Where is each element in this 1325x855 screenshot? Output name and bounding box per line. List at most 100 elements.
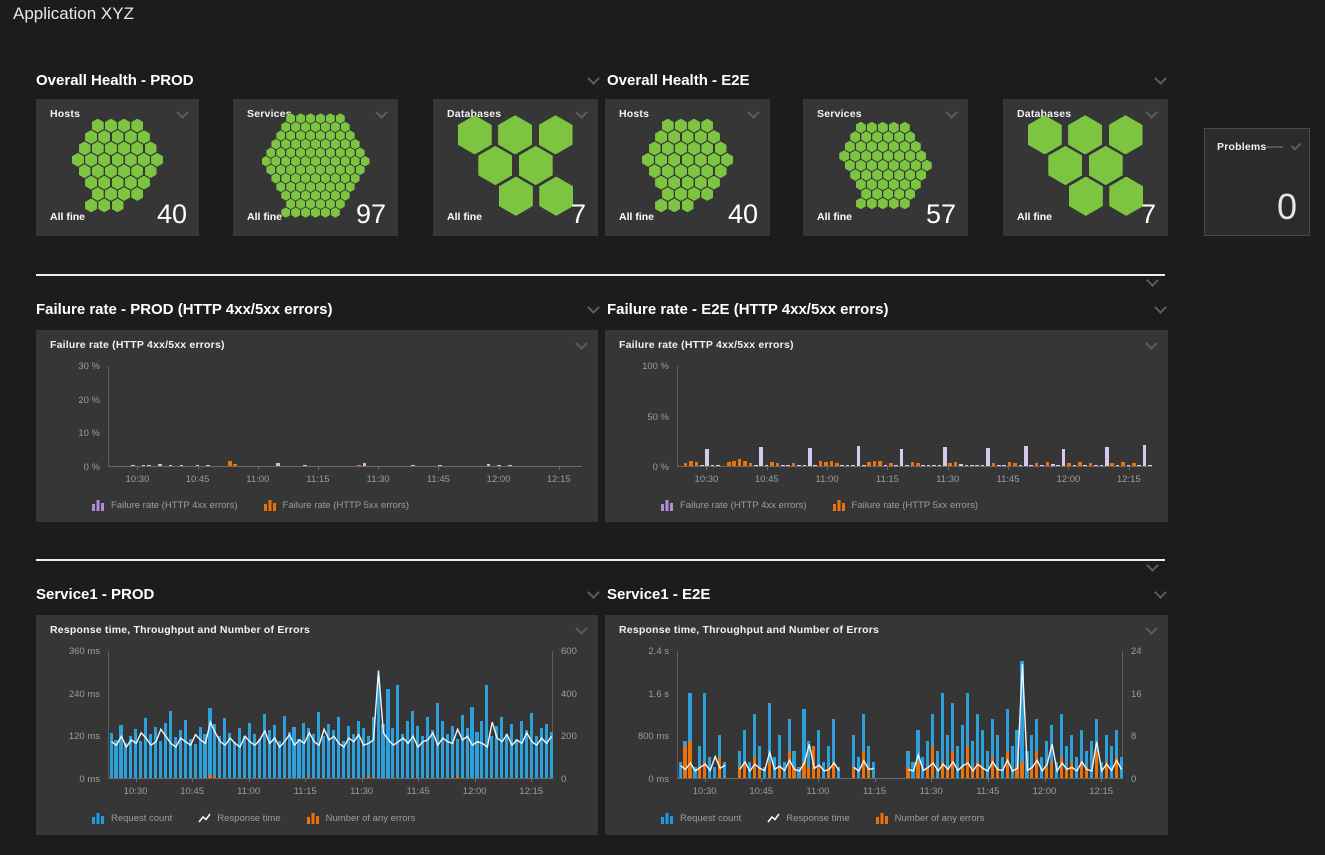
hexagon[interactable] <box>118 119 130 133</box>
hexagon[interactable] <box>682 153 694 167</box>
chevron-down-icon[interactable] <box>1145 106 1158 119</box>
chart-bar[interactable] <box>1143 445 1147 466</box>
hexagon[interactable] <box>276 182 285 192</box>
hexagon[interactable] <box>458 115 492 154</box>
hexagon[interactable] <box>311 173 320 183</box>
legend-item[interactable]: Failure rate (HTTP 4xx errors) <box>92 499 238 511</box>
chart-bar[interactable] <box>1046 462 1050 466</box>
hexagon[interactable] <box>839 150 849 162</box>
hexagon[interactable] <box>845 141 855 153</box>
hexagon[interactable] <box>321 156 330 166</box>
hexagon[interactable] <box>351 173 360 183</box>
hexagon[interactable] <box>138 176 150 190</box>
hexagon[interactable] <box>118 187 130 201</box>
hexagon[interactable] <box>118 141 130 155</box>
chart-bar[interactable] <box>754 465 758 466</box>
hexagon[interactable] <box>715 141 727 155</box>
chart-plot-area[interactable]: 100 %50 %0 %10:3010:4511:0011:1511:3011:… <box>605 330 1168 522</box>
chart-bar[interactable] <box>975 465 979 466</box>
hexagon[interactable] <box>900 179 910 191</box>
chart-bar[interactable] <box>196 465 200 466</box>
hexagon[interactable] <box>856 122 866 134</box>
hexagon[interactable] <box>306 113 315 123</box>
legend-item[interactable]: Failure rate (HTTP 5xx errors) <box>833 499 979 511</box>
hexagon[interactable] <box>900 160 910 172</box>
hexagon[interactable] <box>922 160 932 172</box>
hexagon[interactable] <box>894 169 904 181</box>
hexagon[interactable] <box>281 156 290 166</box>
chart-bar[interactable] <box>727 462 731 466</box>
hexagon[interactable] <box>655 130 667 144</box>
chart-bar[interactable] <box>508 465 512 466</box>
hexagon[interactable] <box>112 176 124 190</box>
hexagon[interactable] <box>311 139 320 149</box>
hexagon[interactable] <box>291 139 300 149</box>
chevron-down-icon[interactable] <box>1146 274 1159 287</box>
hexagon[interactable] <box>326 113 335 123</box>
chart-bar[interactable] <box>921 465 925 466</box>
chart-bar[interactable] <box>965 465 969 466</box>
hexagon[interactable] <box>321 122 330 132</box>
hexagon[interactable] <box>331 156 340 166</box>
hexagon[interactable] <box>336 147 345 157</box>
hexagon[interactable] <box>916 150 926 162</box>
chart-bar[interactable] <box>1137 465 1141 466</box>
legend-item[interactable]: Request count <box>661 812 741 824</box>
hexagon[interactable] <box>291 173 300 183</box>
hexagon[interactable] <box>878 141 888 153</box>
hexagon[interactable] <box>850 131 860 143</box>
hexagon[interactable] <box>125 153 137 167</box>
chart-bar[interactable] <box>867 462 871 466</box>
chevron-down-icon[interactable] <box>1290 140 1301 151</box>
hexagon[interactable] <box>276 130 285 140</box>
hexagon[interactable] <box>306 165 315 175</box>
hexagon[interactable] <box>336 130 345 140</box>
chart-bar[interactable] <box>700 465 704 466</box>
hexagon[interactable] <box>85 176 97 190</box>
hexagon[interactable] <box>1048 146 1082 185</box>
chart-bar[interactable] <box>438 465 442 466</box>
legend-item[interactable]: Response time <box>198 812 280 824</box>
hexagon[interactable] <box>346 130 355 140</box>
hexagon[interactable] <box>341 122 350 132</box>
chart-bar[interactable] <box>1089 463 1093 466</box>
hexagon[interactable] <box>286 165 295 175</box>
hexagon[interactable] <box>695 176 707 190</box>
hexagon[interactable] <box>306 147 315 157</box>
hexagon[interactable] <box>262 156 271 166</box>
hexagon[interactable] <box>131 141 143 155</box>
chart-bar[interactable] <box>695 462 699 466</box>
chart-bar[interactable] <box>824 462 828 466</box>
hexagon[interactable] <box>316 130 325 140</box>
chart-bar[interactable] <box>1035 463 1039 466</box>
hexagon[interactable] <box>867 160 877 172</box>
chart-bar[interactable] <box>813 465 817 466</box>
chart-bar[interactable] <box>487 464 491 466</box>
chart-bar[interactable] <box>959 464 963 466</box>
hexagon[interactable] <box>92 187 104 201</box>
hexagon[interactable] <box>286 113 295 123</box>
hexagon[interactable] <box>118 164 130 178</box>
hexagon[interactable] <box>85 130 97 144</box>
hexagon[interactable] <box>861 169 871 181</box>
hexagon[interactable] <box>682 130 694 144</box>
hexagon[interactable] <box>145 164 157 178</box>
chart-bar[interactable] <box>1100 465 1104 466</box>
hexagon[interactable] <box>291 190 300 200</box>
hexagon[interactable] <box>301 139 310 149</box>
chart-bar[interactable] <box>169 465 173 466</box>
chart-bar[interactable] <box>954 462 958 466</box>
hexagon[interactable] <box>105 141 117 155</box>
chart-plot-area[interactable]: 2.4 s1.6 s800 ms0 ms24168010:3010:4511:0… <box>605 615 1168 835</box>
tile-databases-prod[interactable]: Databases All fine7 <box>433 99 598 236</box>
hexagon[interactable] <box>112 130 124 144</box>
chart-bar[interactable] <box>905 465 909 466</box>
hexagon[interactable] <box>346 147 355 157</box>
hexagon[interactable] <box>655 153 667 167</box>
hexagon[interactable] <box>296 165 305 175</box>
hexagon[interactable] <box>276 165 285 175</box>
hexagon[interactable] <box>271 139 280 149</box>
hexagon[interactable] <box>708 153 720 167</box>
chart-bar[interactable] <box>1105 447 1109 466</box>
hexagon[interactable] <box>336 113 345 123</box>
